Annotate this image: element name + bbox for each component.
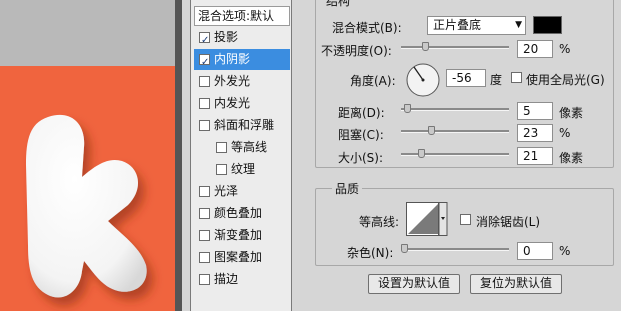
noise-slider-track[interactable] (401, 248, 509, 251)
blend-mode-label: 混合模式(B): (332, 21, 402, 35)
style-item[interactable]: 光泽 (194, 181, 290, 202)
quality-legend: 品质 (332, 180, 363, 197)
opacity-label: 不透明度(O): (321, 44, 392, 58)
style-item-label: 渐变叠加 (214, 228, 263, 242)
letter-k-artwork (26, 114, 147, 298)
style-item-label: 图案叠加 (214, 250, 263, 264)
choke-slider-thumb[interactable] (428, 126, 435, 135)
angle-input[interactable]: -56 (446, 69, 486, 87)
reset-default-button[interactable]: 复位为默认值 (470, 274, 562, 294)
antialias-label: 消除锯齿(L) (476, 215, 541, 229)
check-icon: ✓ (201, 35, 210, 46)
choke-slider-track[interactable] (401, 130, 509, 133)
style-item[interactable]: 渐变叠加 (194, 225, 290, 246)
blending-options-label: 混合选项:默认 (198, 9, 275, 23)
layer-styles-list: 混合选项:默认 ✓ 投影 ✓ 内阴影外发光内发光斜面和浮雕等高线纹理光泽颜色叠加渐变叠… (190, 0, 292, 311)
global-light-label: 使用全局光(G) (526, 73, 605, 87)
size-input[interactable]: 21 (517, 147, 553, 165)
style-checkbox[interactable] (199, 252, 210, 263)
canvas-gray-area (0, 0, 182, 66)
style-checkbox[interactable] (216, 164, 227, 175)
angle-dial[interactable] (405, 62, 441, 98)
style-item[interactable]: 描边 (194, 269, 290, 290)
chevron-down-icon: ▼ (515, 20, 522, 30)
opacity-unit: % (559, 42, 571, 56)
angle-label: 角度(A): (350, 74, 396, 88)
blend-mode-select[interactable]: 正片叠底 ▼ (427, 16, 526, 35)
angle-unit: 度 (490, 73, 503, 87)
style-item[interactable]: 图案叠加 (194, 247, 290, 268)
choke-unit: % (559, 126, 571, 140)
style-item[interactable]: 纹理 (211, 159, 290, 180)
make-default-button[interactable]: 设置为默认值 (368, 274, 460, 294)
style-item-label: 颜色叠加 (214, 206, 263, 220)
style-checkbox[interactable] (199, 186, 210, 197)
style-item[interactable]: ✓ 内阴影 (194, 49, 290, 70)
style-item[interactable]: 等高线 (211, 137, 290, 158)
style-item-label: 等高线 (231, 140, 268, 154)
antialias-checkbox[interactable] (460, 214, 471, 225)
style-item-label: 内阴影 (214, 52, 251, 66)
noise-unit: % (559, 244, 571, 258)
contour-picker[interactable] (406, 202, 448, 236)
opacity-slider-track[interactable] (401, 46, 509, 49)
style-checkbox[interactable]: ✓ (199, 32, 210, 46)
contour-label: 等高线: (359, 215, 400, 229)
noise-input[interactable]: 0 (517, 242, 553, 260)
global-light-checkbox[interactable] (511, 72, 522, 83)
choke-label: 阻塞(C): (338, 128, 384, 142)
opacity-slider-thumb[interactable] (422, 42, 429, 51)
distance-slider-thumb[interactable] (404, 104, 411, 113)
panel-divider (293, 0, 303, 311)
style-checkbox[interactable] (199, 208, 210, 219)
style-checkbox[interactable] (199, 274, 210, 285)
style-item[interactable]: 外发光 (194, 71, 290, 92)
size-slider-thumb[interactable] (418, 149, 425, 158)
style-checkbox[interactable] (199, 76, 210, 87)
distance-input[interactable]: 5 (517, 102, 553, 120)
style-item-label: 纹理 (231, 162, 256, 176)
style-checkbox[interactable] (199, 98, 210, 109)
style-item-label: 内发光 (214, 96, 251, 110)
style-item[interactable]: 内发光 (194, 93, 290, 114)
style-item[interactable]: 颜色叠加 (194, 203, 290, 224)
choke-input[interactable]: 23 (517, 124, 553, 142)
style-item-label: 光泽 (214, 184, 239, 198)
style-item-label: 投影 (214, 30, 239, 44)
style-checkbox[interactable] (216, 142, 227, 153)
noise-slider-thumb[interactable] (401, 244, 408, 253)
opacity-input[interactable]: 20 (517, 40, 553, 58)
distance-unit: 像素 (559, 106, 584, 120)
style-item-label: 斜面和浮雕 (214, 118, 275, 132)
style-checkbox[interactable] (199, 230, 210, 241)
canvas-scrollbar[interactable] (175, 0, 182, 311)
style-item[interactable]: ✓ 投影 (194, 27, 290, 48)
canvas-preview (0, 0, 182, 311)
style-item[interactable]: 斜面和浮雕 (194, 115, 290, 136)
blend-color-swatch[interactable] (533, 16, 562, 34)
size-label: 大小(S): (338, 151, 384, 165)
blend-mode-value: 正片叠底 (433, 18, 482, 32)
check-icon: ✓ (201, 57, 210, 68)
noise-label: 杂色(N): (347, 246, 394, 260)
size-unit: 像素 (559, 151, 584, 165)
distance-slider-track[interactable] (401, 108, 509, 111)
style-item-label: 描边 (214, 272, 239, 286)
style-checkbox[interactable] (199, 120, 210, 131)
inner-shadow-options: 结构 混合模式(B): 正片叠底 ▼ 不透明度(O): 20 % 角度(A): … (303, 0, 621, 311)
structure-legend: 结构 (323, 0, 354, 9)
style-item-label: 外发光 (214, 74, 251, 88)
blending-options-item[interactable]: 混合选项:默认 (194, 6, 290, 26)
distance-label: 距离(D): (338, 106, 385, 120)
style-checkbox[interactable]: ✓ (199, 54, 210, 68)
